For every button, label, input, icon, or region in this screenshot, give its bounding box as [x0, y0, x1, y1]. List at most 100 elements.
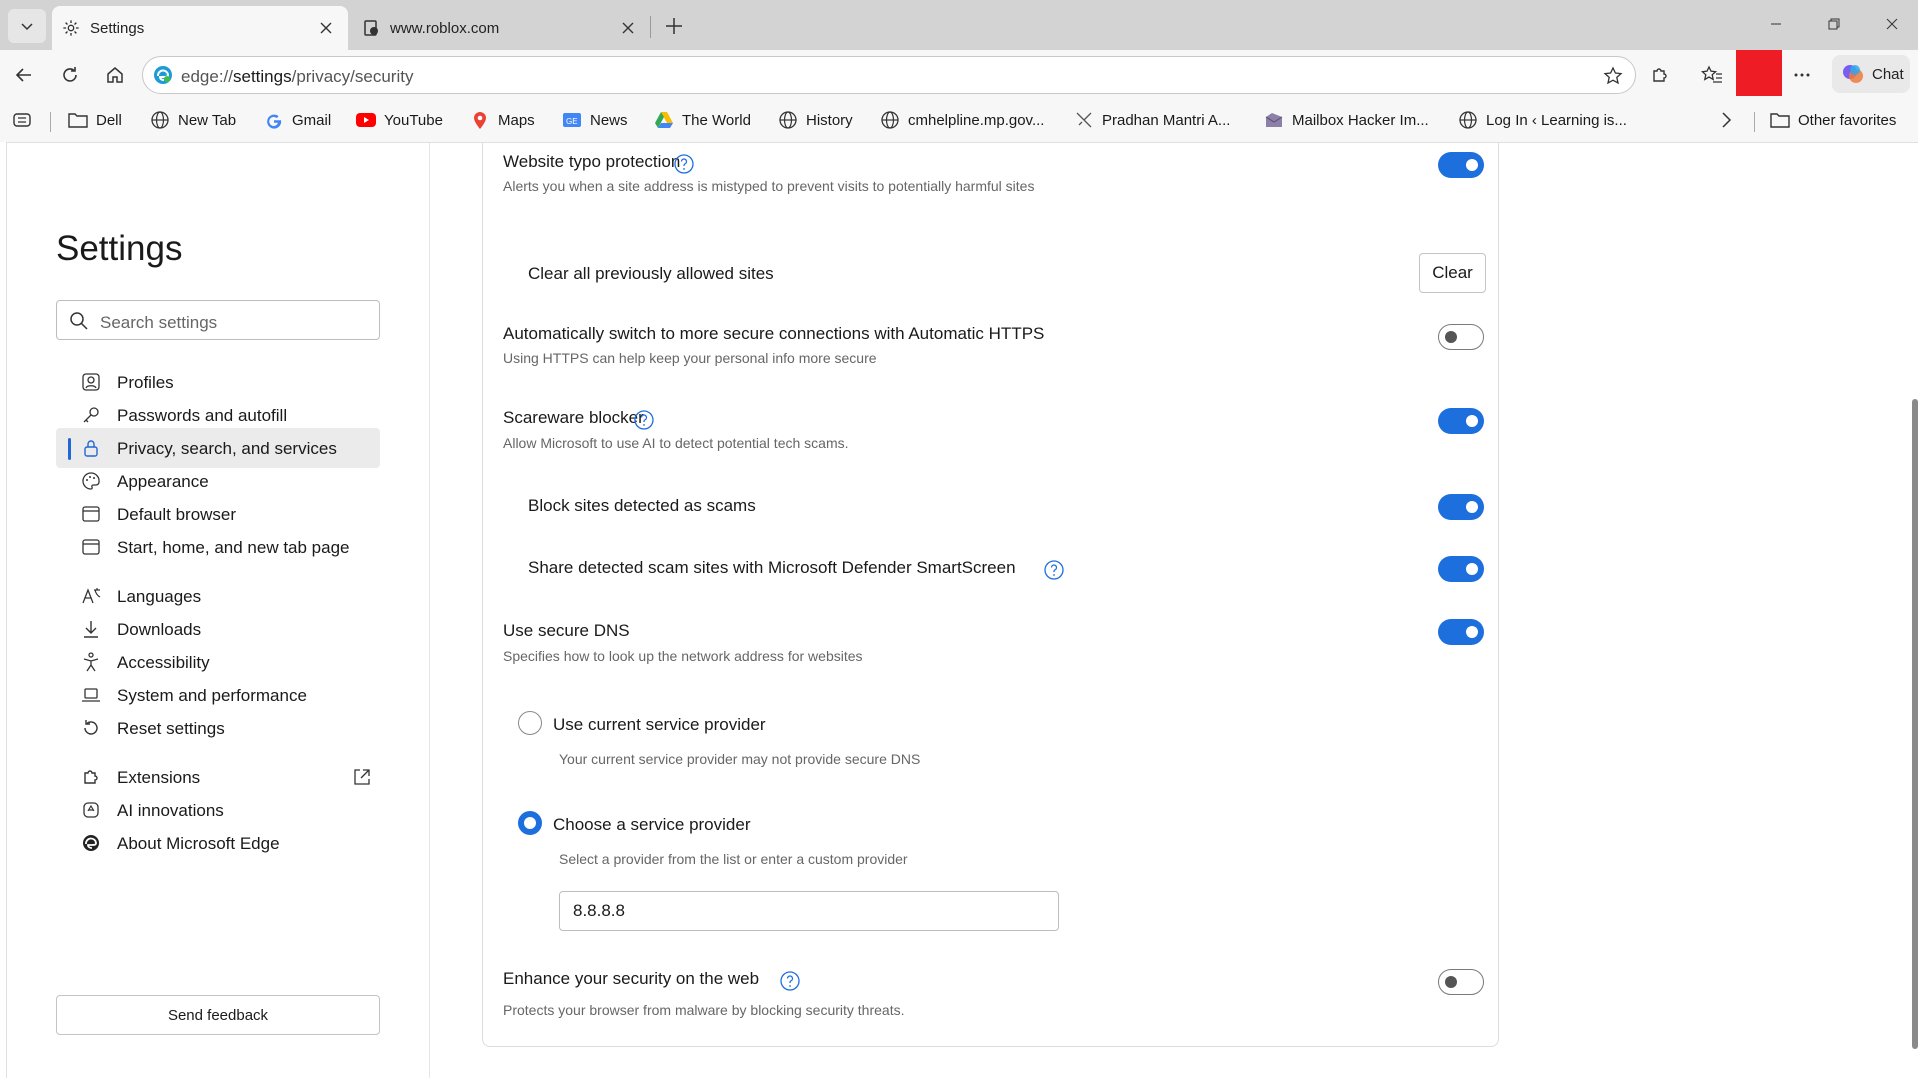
send-feedback-button[interactable]: Send feedback: [56, 995, 380, 1035]
sidebar-item-reset[interactable]: Reset settings: [56, 708, 380, 748]
help-icon[interactable]: [779, 970, 801, 992]
tab-settings[interactable]: Settings: [52, 6, 348, 50]
search-icon: [69, 311, 89, 331]
languages-icon: [81, 586, 101, 606]
close-icon[interactable]: [618, 18, 638, 38]
favorites-bar: Dell New Tab Gmail YouTube Maps GE News …: [0, 100, 1918, 142]
scrollbar-thumb[interactable]: [1912, 399, 1918, 1049]
scareware-blocker-toggle[interactable]: [1438, 408, 1484, 434]
chevron-right-icon: [1716, 110, 1736, 130]
favorite-the-world[interactable]: The World: [654, 110, 751, 130]
external-link-icon: [352, 767, 372, 787]
more-favorites-button[interactable]: [1716, 110, 1744, 130]
favorite-mailbox-hacker[interactable]: Mailbox Hacker Im...: [1264, 110, 1429, 130]
reading-list-button[interactable]: [12, 110, 40, 130]
enhance-security-desc: Protects your browser from malware by bl…: [503, 1002, 905, 1018]
minimize-button[interactable]: [1752, 6, 1800, 42]
favorite-label: History: [806, 111, 853, 129]
help-icon[interactable]: [1043, 559, 1065, 581]
sidebar-item-label: AI innovations: [117, 801, 224, 820]
globe-icon: [150, 110, 170, 130]
tab-label: www.roblox.com: [390, 20, 500, 37]
sidebar-item-about-edge[interactable]: About Microsoft Edge: [56, 823, 380, 863]
gear-icon: [62, 19, 80, 37]
favorite-cmhelpline[interactable]: cmhelpline.mp.gov...: [880, 110, 1044, 130]
title-bar: Settings www.roblox.com: [0, 0, 1918, 50]
automatic-https-desc: Using HTTPS can help keep your personal …: [503, 350, 877, 366]
favorite-history[interactable]: History: [778, 110, 853, 130]
sidebar-item-start-home[interactable]: Start, home, and new tab page: [56, 527, 380, 567]
news-icon: GE: [562, 110, 582, 130]
search-placeholder: Search settings: [100, 313, 218, 332]
restore-button[interactable]: [1810, 6, 1858, 42]
typo-protection-desc: Alerts you when a site address is mistyp…: [503, 178, 1035, 194]
choose-provider-title: Choose a service provider: [553, 815, 751, 834]
secure-dns-desc: Specifies how to look up the network add…: [503, 648, 863, 664]
sidebar-item-label: Default browser: [117, 505, 237, 524]
use-current-provider-radio[interactable]: [518, 711, 542, 735]
home-button[interactable]: [97, 58, 133, 92]
profile-icon: [81, 372, 101, 392]
scrollbar[interactable]: [1910, 143, 1918, 1078]
sidebar-item-label: Extensions: [117, 768, 201, 787]
window-close-button[interactable]: [1868, 6, 1916, 42]
share-scam-sites-toggle[interactable]: [1438, 556, 1484, 582]
secure-dns-toggle[interactable]: [1438, 619, 1484, 645]
tab-roblox[interactable]: www.roblox.com: [352, 6, 650, 50]
star-icon[interactable]: [1603, 66, 1623, 86]
puzzle-icon: [1653, 68, 1667, 82]
edge-logo-icon: [153, 65, 173, 85]
sidebar-item-label: Appearance: [117, 472, 209, 491]
favorite-label: YouTube: [384, 111, 443, 129]
favorite-pradhan-mantri[interactable]: Pradhan Mantri A...: [1074, 110, 1230, 130]
close-icon[interactable]: [316, 18, 336, 38]
address-bar[interactable]: edge://settings/privacy/security: [142, 56, 1636, 94]
sidebar-item-label: Profiles: [117, 373, 174, 392]
typo-protection-toggle[interactable]: [1438, 152, 1484, 178]
favorites-divider: [50, 112, 51, 132]
favorite-gmail[interactable]: Gmail: [264, 110, 331, 130]
back-arrow-icon: [15, 68, 31, 82]
navigation-toolbar: edge://settings/privacy/security Chat: [0, 50, 1918, 100]
refresh-button[interactable]: [52, 58, 88, 92]
dns-provider-input[interactable]: [559, 891, 1059, 931]
close-icon: [1886, 18, 1898, 30]
new-tab-button[interactable]: [656, 10, 692, 42]
sidebar-item-label: Passwords and autofill: [117, 406, 288, 425]
share-scam-sites-title: Share detected scam sites with Microsoft…: [528, 558, 1016, 577]
home-page-icon: [81, 537, 101, 557]
favorite-label: cmhelpline.mp.gov...: [908, 111, 1045, 129]
globe-icon: [778, 110, 798, 130]
favorites-button[interactable]: [1694, 58, 1730, 92]
favorite-label: Maps: [498, 111, 535, 129]
globe-icon: [1458, 110, 1478, 130]
back-button[interactable]: [6, 58, 42, 92]
reset-icon: [81, 718, 101, 738]
extensions-button[interactable]: [1642, 58, 1678, 92]
copilot-chat-button[interactable]: Chat: [1832, 55, 1910, 93]
favorite-log-in[interactable]: Log In ‹ Learning is...: [1458, 110, 1627, 130]
block-scam-sites-toggle[interactable]: [1438, 494, 1484, 520]
choose-provider-radio[interactable]: [518, 811, 542, 835]
sidebar-item-label: Downloads: [117, 620, 202, 639]
favorite-maps[interactable]: Maps: [470, 110, 535, 130]
tab-actions-menu-button[interactable]: [8, 9, 46, 43]
sidebar-item-label: System and performance: [117, 686, 307, 705]
search-input[interactable]: Search settings: [56, 300, 380, 340]
palette-icon: [81, 471, 101, 491]
automatic-https-toggle[interactable]: [1438, 324, 1484, 350]
favorite-youtube[interactable]: YouTube: [356, 110, 443, 130]
favorites-divider: [1754, 112, 1755, 132]
favorite-new-tab[interactable]: New Tab: [150, 110, 236, 130]
other-favorites[interactable]: Other favorites: [1770, 110, 1896, 130]
enhance-security-toggle[interactable]: [1438, 969, 1484, 995]
help-icon[interactable]: [673, 153, 695, 175]
clear-allowed-sites-button[interactable]: Clear: [1419, 253, 1486, 293]
help-icon[interactable]: [633, 409, 655, 431]
refresh-icon: [63, 67, 77, 82]
favorite-dell[interactable]: Dell: [68, 110, 122, 130]
tab-divider: [650, 16, 651, 38]
favorite-label: The World: [682, 111, 751, 129]
favorite-news[interactable]: GE News: [562, 110, 628, 130]
settings-and-more-button[interactable]: [1784, 58, 1820, 92]
